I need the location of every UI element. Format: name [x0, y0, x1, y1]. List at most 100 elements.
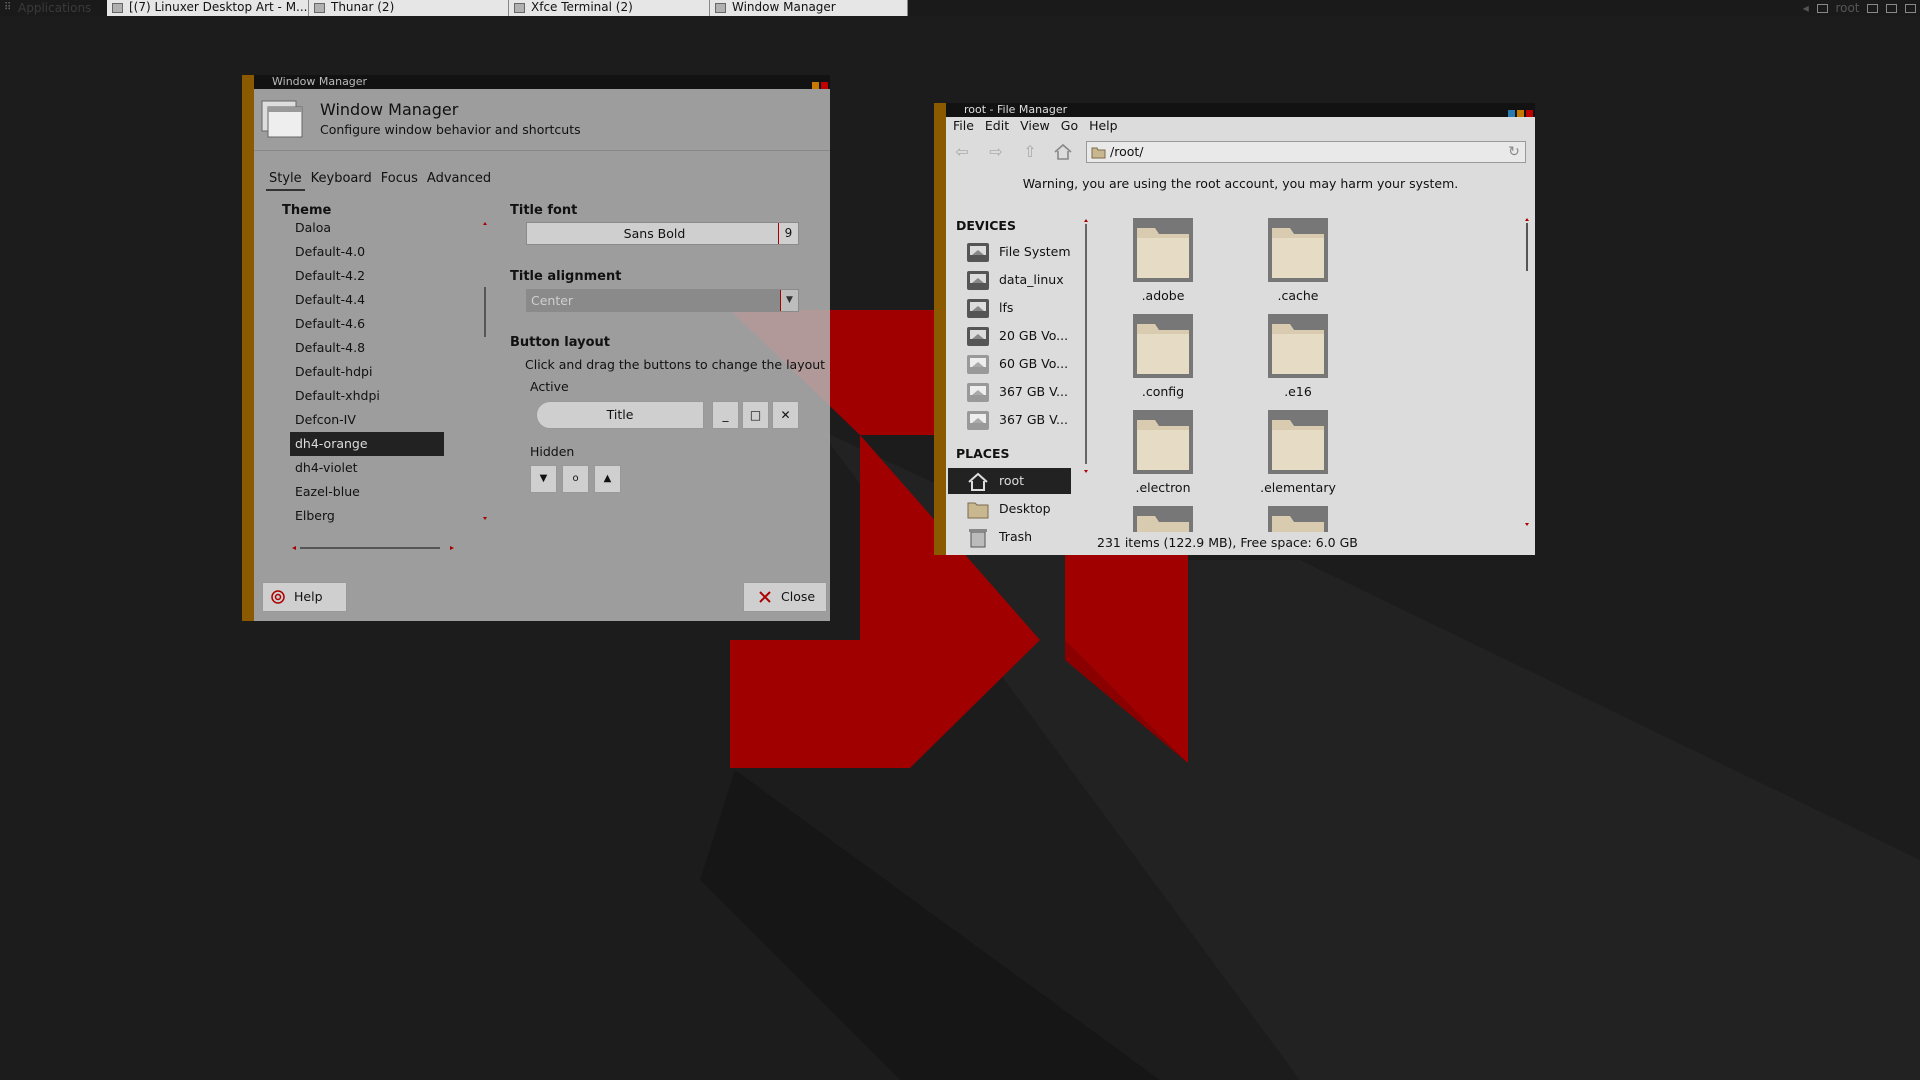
menu-file[interactable]: File — [953, 117, 974, 135]
file-manager-titlebar[interactable]: root - File Manager — [946, 103, 1535, 117]
theme-list[interactable]: Daloa Default-4.0 Default-4.2 Default-4.… — [290, 216, 444, 526]
theme-item[interactable]: Daloa — [290, 216, 444, 240]
reload-icon[interactable]: ↻ — [1506, 144, 1522, 160]
sidebar-item-volume-367gb-1[interactable]: 367 GB V... — [948, 379, 1071, 405]
workspace-switcher-1[interactable] — [1886, 4, 1898, 13]
taskbar-button-window-manager[interactable]: Window Manager — [710, 0, 908, 16]
theme-item[interactable]: Elberg — [290, 504, 444, 526]
theme-list-vertical-scrollbar[interactable] — [482, 219, 488, 523]
minimize-layout-button[interactable]: _ — [712, 401, 739, 429]
taskbar-button-thunar[interactable]: Thunar (2) — [309, 0, 509, 16]
close-button[interactable]: Close — [743, 582, 827, 612]
workspace-switcher-2[interactable] — [1905, 4, 1916, 13]
folder-item[interactable]: .electron — [1103, 410, 1223, 500]
theme-item-selected[interactable]: dh4-orange — [290, 432, 444, 456]
back-arrow-icon[interactable]: ⇦ — [951, 142, 973, 162]
help-icon — [271, 590, 285, 604]
sidebar-item-volume-367gb-2[interactable]: 367 GB V... — [948, 407, 1071, 433]
menu-edit[interactable]: Edit — [985, 117, 1009, 135]
theme-item[interactable]: Default-xhdpi — [290, 384, 444, 408]
theme-item[interactable]: Default-4.4 — [290, 288, 444, 312]
up-arrow-icon[interactable]: ⇧ — [1019, 142, 1041, 162]
terminal-icon — [514, 3, 525, 13]
drive-icon — [967, 243, 989, 262]
menu-go[interactable]: Go — [1061, 117, 1078, 135]
sidebar-scrollbar[interactable] — [1084, 218, 1088, 474]
sidebar-item-lfs[interactable]: lfs — [948, 295, 1071, 321]
title-font-size: 9 — [778, 223, 798, 244]
theme-item[interactable]: Default-4.2 — [290, 264, 444, 288]
theme-item[interactable]: Defcon-IV — [290, 408, 444, 432]
taskbar-button-terminal[interactable]: Xfce Terminal (2) — [509, 0, 710, 16]
volume-icon[interactable]: ◂ — [1803, 0, 1809, 16]
network-icon[interactable] — [1816, 4, 1828, 13]
maximize-icon[interactable] — [1517, 110, 1524, 117]
sidebar-item-file-system[interactable]: File System — [948, 239, 1071, 265]
folder-item[interactable]: .e16 — [1238, 314, 1358, 404]
tab-focus[interactable]: Focus — [378, 169, 421, 191]
folder-item[interactable]: .adobe — [1103, 218, 1223, 308]
sidebar-item-volume-60gb[interactable]: 60 GB Vo... — [948, 351, 1071, 377]
button-layout-label: Button layout — [510, 335, 611, 350]
applications-menu-icon: ⠿ — [4, 2, 12, 13]
taskbar-label: Xfce Terminal (2) — [531, 0, 633, 14]
hidden-label: Hidden — [530, 444, 575, 459]
folder-item[interactable]: .elementary — [1238, 410, 1358, 500]
tab-keyboard[interactable]: Keyboard — [308, 169, 375, 191]
title-alignment-combo[interactable]: Center ▼ — [526, 289, 799, 312]
sidebar-item-desktop[interactable]: Desktop — [948, 496, 1071, 522]
chevron-down-icon[interactable]: ▼ — [780, 290, 798, 311]
taskbar-label: Thunar (2) — [331, 0, 395, 14]
maximize-layout-button[interactable]: □ — [742, 401, 769, 429]
folder-icon — [1268, 314, 1328, 378]
tab-style[interactable]: Style — [266, 169, 305, 191]
theme-list-horizontal-scrollbar[interactable] — [290, 545, 456, 551]
taskbar-button-browser[interactable]: [(7) Linuxer Desktop Art - M... — [107, 0, 309, 16]
close-window-icon[interactable] — [1526, 110, 1533, 117]
theme-item[interactable]: dh4-violet — [290, 456, 444, 480]
sidebar-item-label: root — [999, 473, 1025, 488]
sidebar-item-root[interactable]: root — [948, 468, 1071, 494]
applications-menu[interactable]: ⠿ Applications — [2, 0, 91, 16]
title-font-button[interactable]: Sans Bold 9 — [526, 222, 799, 245]
file-grid-scrollbar[interactable] — [1525, 217, 1529, 527]
shade-layout-button[interactable]: ▲ — [594, 465, 621, 493]
help-button[interactable]: Help — [262, 582, 347, 612]
close-window-icon[interactable] — [821, 82, 828, 89]
toolbar: ⇦ ⇨ ⇧ /root/ ↻ — [946, 138, 1535, 166]
top-panel: ⠿ Applications [(7) Linuxer Desktop Art … — [0, 0, 1920, 16]
menu-help[interactable]: Help — [1089, 117, 1118, 135]
folder-item[interactable]: .config — [1103, 314, 1223, 404]
title-slot-button[interactable]: Title — [536, 401, 704, 429]
folder-item[interactable]: .cache — [1238, 218, 1358, 308]
sidebar-item-volume-20gb[interactable]: 20 GB Vo... — [948, 323, 1071, 349]
window-manager-icon — [715, 3, 726, 13]
theme-item[interactable]: Default-hdpi — [290, 360, 444, 384]
folder-icon[interactable] — [1133, 506, 1193, 532]
sidebar-item-trash[interactable]: Trash — [948, 524, 1071, 550]
dialog-title: Window Manager — [320, 100, 459, 119]
minimize-icon[interactable] — [812, 82, 819, 89]
sidebar-item-label: Trash — [999, 529, 1033, 544]
folder-icon — [1133, 410, 1193, 474]
close-layout-button[interactable]: ✕ — [772, 401, 799, 429]
workspace-icon[interactable] — [1867, 4, 1879, 13]
theme-item[interactable]: Eazel-blue — [290, 480, 444, 504]
sidebar-item-data-linux[interactable]: data_linux — [948, 267, 1071, 293]
theme-item[interactable]: Default-4.6 — [290, 312, 444, 336]
minimize-icon[interactable] — [1508, 110, 1515, 117]
theme-item[interactable]: Default-4.0 — [290, 240, 444, 264]
forward-arrow-icon[interactable]: ⇨ — [985, 142, 1007, 162]
sidebar-item-label: Desktop — [999, 501, 1051, 516]
window-manager-dialog: Window Manager Window Manager Configure … — [242, 75, 830, 621]
menu-layout-button[interactable]: ▼ — [530, 465, 557, 493]
stick-layout-button[interactable]: o — [562, 465, 589, 493]
theme-item[interactable]: Default-4.8 — [290, 336, 444, 360]
window-manager-titlebar[interactable]: Window Manager — [254, 75, 830, 89]
location-bar[interactable]: /root/ ↻ — [1086, 141, 1526, 163]
folder-icon[interactable] — [1268, 506, 1328, 532]
menu-view[interactable]: View — [1020, 117, 1050, 135]
tab-advanced[interactable]: Advanced — [424, 169, 494, 191]
folder-name: .e16 — [1284, 384, 1312, 399]
home-icon[interactable] — [1052, 142, 1074, 162]
